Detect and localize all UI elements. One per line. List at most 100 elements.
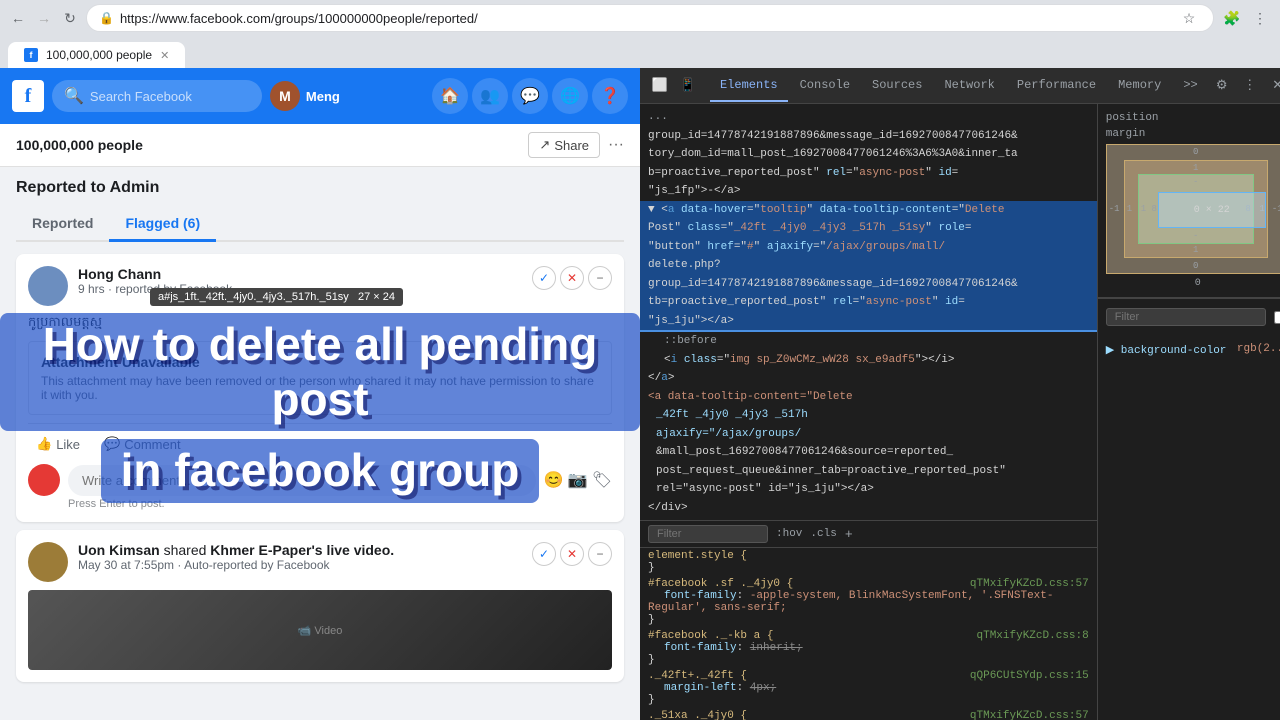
report-tabs: Reported Flagged (6) [16,207,624,242]
tab-sources[interactable]: Sources [862,70,932,102]
inspect-icon[interactable]: ⬜ [648,74,672,98]
post-actions-2: ✓ ✕ − [532,542,612,566]
filter-bottom-row: Show all [1106,305,1280,329]
html-code-area[interactable]: ... group_id=14778742191887896&message_i… [640,104,1097,520]
tab-more[interactable]: >> [1173,70,1207,102]
more-options-button[interactable]: ··· [608,136,624,154]
tab-network[interactable]: Network [934,70,1004,102]
code-line: </a> [640,369,1097,388]
attachment-box-1: Attachment Unavailable This attachment m… [28,341,612,415]
show-all-checkbox[interactable]: Show all [1274,305,1280,329]
messenger-icon[interactable]: 💬 [512,78,548,114]
group-subheader: 100,000,000 people ↗ Share ··· [0,124,640,167]
css-rules: element.style { } #facebook .sf ._4jy0 {… [640,548,1097,720]
margin-label: margin [1106,128,1280,140]
post-card-2: Uon Kimsan shared Khmer E-Paper's live v… [16,530,624,682]
globe-icon[interactable]: 🌐 [552,78,588,114]
sticker-icon[interactable]: 🏷 [592,470,612,490]
reload-button[interactable]: ↻ [60,8,80,28]
reported-title: Reported to Admin [16,179,624,197]
tab-memory[interactable]: Memory [1108,70,1171,102]
back-button[interactable]: ← [8,8,28,28]
home-icon[interactable]: 🏠 [432,78,468,114]
tab-performance[interactable]: Performance [1007,70,1106,102]
emoji-icon[interactable]: 😊 [544,470,564,490]
approve-button-1[interactable]: ✓ [532,266,556,290]
device-icon[interactable]: 📱 [676,74,700,98]
tab-reported[interactable]: Reported [16,207,109,242]
browser-chrome: ← → ↻ 🔒 https://www.facebook.com/groups/… [0,0,1280,68]
devtools-header: ⬜ 📱 Elements Console Sources Network Per… [640,68,1280,104]
code-line: "js_1fp">-</a> [640,182,1097,201]
css-rule-2: #facebook ._-kb a { qTMxifyKZcD.css:8 fo… [640,628,1097,668]
tab-bar: f 100,000,000 people ✕ [0,36,1280,68]
search-input[interactable] [90,89,250,104]
computed-filter: Show all [1098,298,1280,335]
reject-button-2[interactable]: ✕ [560,542,584,566]
post-actions-1: ✓ ✕ − [532,266,612,290]
add-rule-button[interactable]: + [845,527,853,542]
active-tab[interactable]: f 100,000,000 people ✕ [8,42,185,68]
post-username-1: Hong Chann [78,266,232,282]
css-pane: :hov .cls + element.style { } #facebook … [640,520,1097,720]
avatar: M [270,81,300,111]
devtools-settings-icon[interactable]: ⚙ [1210,74,1234,98]
devtools-panel: ⬜ 📱 Elements Console Sources Network Per… [640,68,1280,720]
padding-left-val: 1 8 [1141,204,1157,214]
tab-elements[interactable]: Elements [710,70,788,102]
commenter-avatar [28,464,60,496]
group-name: 100,000,000 people [16,137,520,153]
menu-icon[interactable]: ⋮ [1248,6,1272,30]
show-all-check[interactable] [1274,311,1280,324]
extensions-icon[interactable]: 🧩 [1220,6,1244,30]
facebook-panel: f 🔍 M Meng 🏠 👥 💬 🌐 ❓ 100,000,000 people [0,68,640,720]
tab-console[interactable]: Console [790,70,860,102]
user-profile: M Meng [270,81,340,111]
close-tab-icon[interactable]: ✕ [160,49,169,62]
code-line: group_id=14778742191887896&message_id=16… [640,275,1097,294]
post-header-2: Uon Kimsan shared Khmer E-Paper's live v… [28,542,612,582]
post-avatar-1 [28,266,68,306]
browser-nav: ← → ↻ 🔒 https://www.facebook.com/groups/… [0,0,1280,36]
username: Meng [306,89,340,104]
comment-input-row: 😊 📷 🏷 [28,464,612,496]
devtools-more-icon[interactable]: ⋮ [1238,74,1262,98]
press-enter-hint: Press Enter to post. [68,498,612,510]
css-rule-element: element.style { } [640,548,1097,576]
friends-icon[interactable]: 👥 [472,78,508,114]
post-user-info-2: Uon Kimsan shared Khmer E-Paper's live v… [78,542,394,572]
help-icon[interactable]: ❓ [592,78,628,114]
address-bar[interactable]: 🔒 https://www.facebook.com/groups/100000… [86,4,1214,32]
comment-button[interactable]: 💬 Comment [96,432,189,456]
css-filter-input[interactable] [648,525,768,543]
position-label: position0 [1106,112,1280,124]
options-button-2[interactable]: − [588,542,612,566]
comment-input[interactable] [68,465,536,496]
facebook-search[interactable]: 🔍 [52,80,262,112]
approve-button-2[interactable]: ✓ [532,542,556,566]
element-tooltip: a#js_1ft._42ft._4jy0._4jy3._517h._51sy 2… [150,288,403,306]
cls-filter[interactable]: .cls [810,528,836,540]
post-footer-1: 👍 Like 💬 Comment [28,423,612,456]
pseudo-filter[interactable]: :hov [776,528,802,540]
code-line: <a data-tooltip-content="Delete [640,388,1097,407]
camera-icon[interactable]: 📷 [568,470,588,490]
border-bottom-val: 1 [1193,245,1198,255]
share-button[interactable]: ↗ Share [528,132,600,158]
computed-section: ▶ background-color rgb(2... [1098,335,1280,365]
code-line: "button" href="#" ajaxify="/ajax/groups/… [640,238,1097,257]
computed-filter-input[interactable] [1106,308,1266,326]
devtools-icons: ⬜ 📱 [648,74,700,98]
forward-button[interactable]: → [34,8,54,28]
bookmark-icon[interactable]: ☆ [1177,6,1201,30]
code-line: _42ft _4jy0 _4jy3 _517h [640,406,1097,425]
devtools-close-icon[interactable]: ✕ [1266,74,1280,98]
like-button[interactable]: 👍 Like [28,432,88,456]
css-rule-1: #facebook .sf ._4jy0 { qTMxifyKZcD.css:5… [640,576,1097,628]
options-button-1[interactable]: − [588,266,612,290]
padding-top-val: - [1193,177,1198,187]
comment-icons: 😊 📷 🏷 [544,470,612,490]
content-size: 0 × 22 [1194,205,1230,216]
tab-flagged[interactable]: Flagged (6) [109,207,216,242]
reject-button-1[interactable]: ✕ [560,266,584,290]
